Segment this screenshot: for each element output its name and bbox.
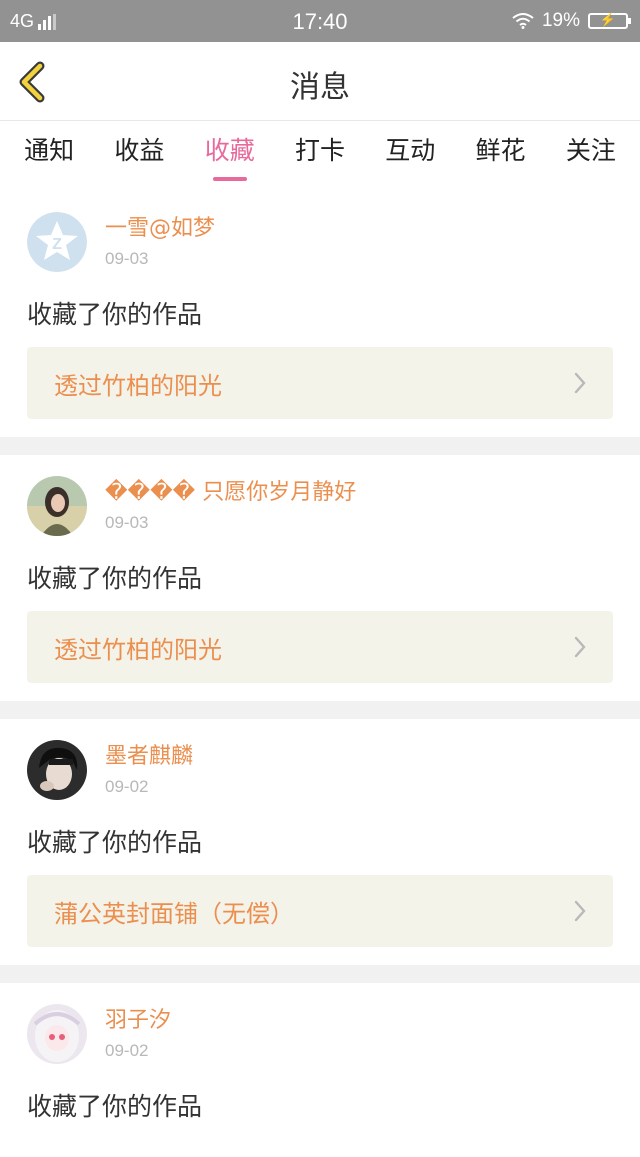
divider: [0, 701, 640, 719]
message-meta: 一雪@如梦 09-03: [105, 215, 215, 269]
tab-checkin[interactable]: 打卡: [293, 125, 347, 173]
avatar[interactable]: Z: [27, 212, 87, 272]
message-header: 墨者麒麟 09-02: [27, 739, 613, 801]
nav-bar: 消息: [0, 42, 640, 121]
message-item: 羽子汐 09-02 收藏了你的作品: [0, 983, 640, 1157]
tab-favorites[interactable]: 收藏: [203, 125, 257, 181]
avatar[interactable]: [27, 1004, 87, 1064]
message-meta: 墨者麒麟 09-02: [105, 743, 193, 797]
user-name[interactable]: ���� 只愿你岁月静好: [105, 479, 356, 507]
battery-icon: ⚡: [588, 12, 631, 29]
divider: [0, 965, 640, 983]
action-text: 收藏了你的作品: [27, 564, 203, 593]
message-header: 羽子汐 09-02: [27, 1003, 613, 1065]
user-name[interactable]: 一雪@如梦: [105, 215, 215, 243]
user-name[interactable]: 羽子汐: [105, 1007, 171, 1035]
message-date: 09-03: [105, 513, 149, 532]
message-date: 09-02: [105, 777, 149, 796]
work-title: 透过竹柏的阳光: [54, 635, 222, 664]
tab-bar: 通知 收益 收藏 打卡 互动 鲜花 关注: [0, 121, 640, 181]
message-date: 09-03: [105, 249, 149, 268]
chevron-right-icon: [574, 636, 586, 658]
action-text: 收藏了你的作品: [27, 1092, 203, 1121]
work-link[interactable]: 蒲公英封面铺（无偿）: [27, 875, 613, 947]
action-text: 收藏了你的作品: [27, 300, 203, 329]
user-name[interactable]: 墨者麒麟: [105, 743, 193, 771]
avatar[interactable]: [27, 476, 87, 536]
tab-flowers[interactable]: 鲜花: [474, 125, 528, 173]
page-title: 消息: [290, 70, 350, 105]
message-list: Z 一雪@如梦 09-03 收藏了你的作品 透过竹柏的阳光 ���� 只愿你岁月…: [0, 177, 640, 1157]
action-text: 收藏了你的作品: [27, 828, 203, 857]
message-item: 墨者麒麟 09-02 收藏了你的作品 蒲公英封面铺（无偿）: [0, 719, 640, 965]
message-date: 09-02: [105, 1041, 149, 1060]
svg-text:Z: Z: [52, 236, 62, 253]
message-meta: ���� 只愿你岁月静好 09-03: [105, 479, 356, 533]
tab-earnings[interactable]: 收益: [112, 125, 166, 173]
tab-following[interactable]: 关注: [564, 125, 618, 173]
chevron-right-icon: [574, 900, 586, 922]
work-link[interactable]: 透过竹柏的阳光: [27, 347, 613, 419]
divider: [0, 437, 640, 455]
status-bar: 4G 17:40 19% ⚡: [0, 0, 640, 42]
avatar[interactable]: [27, 740, 87, 800]
message-header: ���� 只愿你岁月静好 09-03: [27, 475, 613, 537]
battery-percent: 19%: [541, 10, 580, 31]
tab-notifications[interactable]: 通知: [22, 125, 76, 173]
chevron-right-icon: [574, 372, 586, 394]
message-item: Z 一雪@如梦 09-03 收藏了你的作品 透过竹柏的阳光: [0, 191, 640, 437]
tab-interactions[interactable]: 互动: [383, 125, 437, 173]
message-header: Z 一雪@如梦 09-03: [27, 211, 613, 273]
work-title: 蒲公英封面铺（无偿）: [54, 899, 294, 928]
message-item: ���� 只愿你岁月静好 09-03 收藏了你的作品 透过竹柏的阳光: [0, 455, 640, 701]
wifi-icon: [512, 13, 534, 29]
status-right: 19% ⚡: [512, 10, 631, 32]
work-link[interactable]: 透过竹柏的阳光: [27, 611, 613, 683]
work-title: 透过竹柏的阳光: [54, 371, 222, 400]
message-meta: 羽子汐 09-02: [105, 1007, 171, 1061]
